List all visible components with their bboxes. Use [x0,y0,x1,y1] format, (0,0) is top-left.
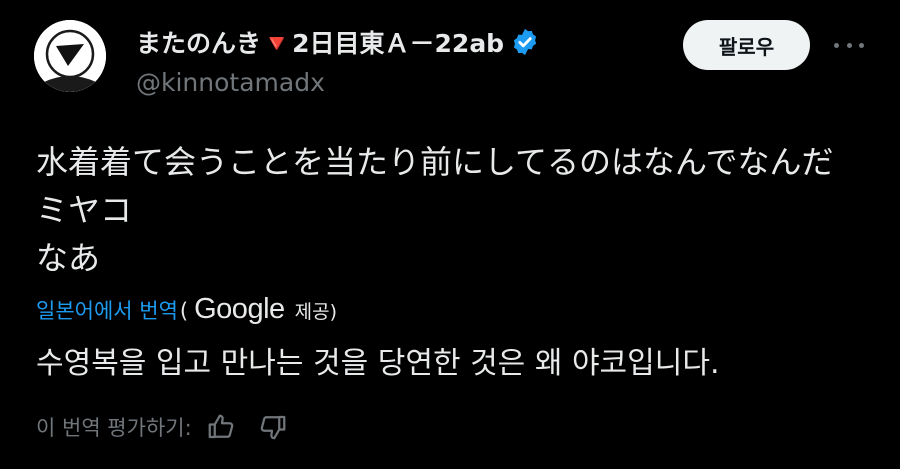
translation-attribution: 일본어에서 번역 ( Google 제공) [36,293,337,326]
google-logo: Google [194,293,285,325]
more-options-icon[interactable] [834,33,864,57]
post-text-line: ミヤコ [36,191,133,229]
post: またのんき🔻2日目東Ａ－22ab @kinnotamadx 팔로우 水着着て会う… [0,0,900,469]
avatar[interactable] [34,20,106,92]
more-dot [846,42,852,48]
attribution-provided-label: 제공) [294,301,338,323]
rate-translation-row: 이 번역 평가하기: [36,412,288,442]
thumbs-down-icon[interactable] [258,412,288,442]
avatar-image [34,20,106,92]
show-original-link[interactable]: 일본어에서 번역 [36,295,178,325]
author-display-name[interactable]: またのんき🔻2日目東Ａ－22ab [136,24,504,60]
more-dot [834,42,839,48]
verified-badge-icon[interactable] [510,27,540,57]
post-text: 水着着て会うことを当たり前にしてるのはなんでなんだ ミヤコ なあ [36,138,876,282]
post-text-line: 水着着て会うことを当たり前にしてるのはなんでなんだ [36,143,834,181]
thumbs-up-icon[interactable] [206,412,236,442]
follow-button[interactable]: 팔로우 [683,20,810,70]
attribution-paren: ( [179,299,189,323]
rate-translation-label: 이 번역 평가하기: [36,416,192,440]
author-name-row[interactable]: またのんき🔻2日目東Ａ－22ab [136,24,540,60]
author-handle[interactable]: @kinnotamadx [136,68,325,97]
post-text-line: なあ [36,239,101,277]
more-dot [859,42,864,48]
translated-text: 수영복을 입고 만나는 것을 당연한 것은 왜 야코입니다. [36,346,720,381]
